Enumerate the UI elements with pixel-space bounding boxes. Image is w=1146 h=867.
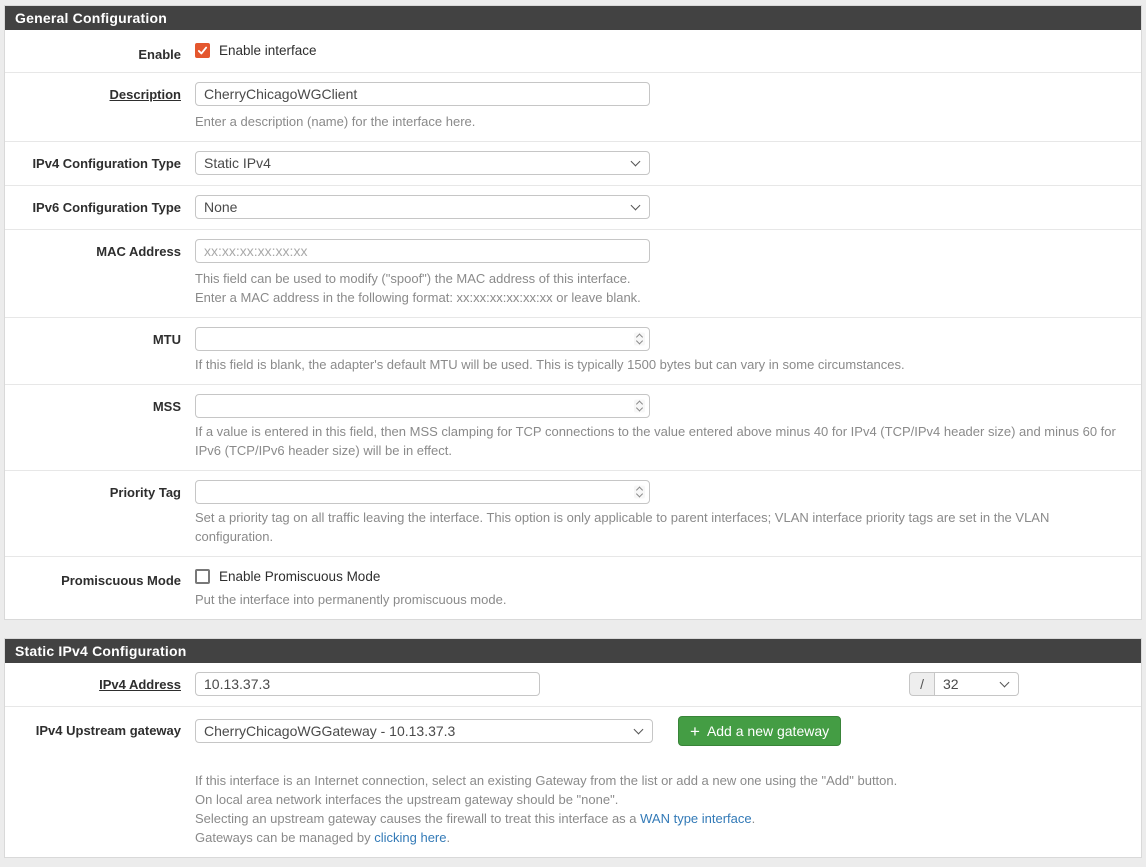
add-new-gateway-button[interactable]: + Add a new gateway (678, 716, 841, 746)
ipv6-configuration-type-select[interactable]: None (195, 195, 650, 219)
add-new-gateway-button-label: Add a new gateway (707, 723, 829, 739)
spinner-down-icon[interactable] (636, 490, 643, 497)
description-row: Description Enter a description (name) f… (5, 73, 1141, 142)
chevron-down-icon (631, 156, 641, 166)
plus-icon: + (690, 723, 700, 740)
description-input[interactable] (195, 82, 650, 106)
ipv4-configuration-type-row: IPv4 Configuration Type Static IPv4 (5, 142, 1141, 186)
ipv4-upstream-gateway-select[interactable]: CherryChicagoWGGateway - 10.13.37.3 (195, 719, 653, 743)
page-content: General Configuration Enable Enable inte… (0, 0, 1146, 858)
mac-address-help-line1: This field can be used to modify ("spoof… (195, 269, 1125, 288)
chevron-down-icon (1000, 677, 1010, 687)
gateway-help-line3: Selecting an upstream gateway causes the… (195, 809, 1125, 828)
enable-row: Enable Enable interface (5, 30, 1141, 73)
ipv4-address-row: IPv4 Address / 32 (5, 663, 1141, 707)
clicking-here-link[interactable]: clicking here (374, 830, 446, 845)
priority-tag-input[interactable] (195, 480, 650, 504)
enable-interface-checkbox[interactable] (195, 43, 210, 58)
ipv4-configuration-type-value: Static IPv4 (204, 155, 271, 171)
priority-tag-help: Set a priority tag on all traffic leavin… (195, 508, 1125, 546)
ipv6-configuration-type-value: None (204, 199, 237, 215)
mac-address-label: MAC Address (5, 239, 195, 307)
mac-address-input[interactable] (195, 239, 650, 263)
mss-input[interactable] (195, 394, 650, 418)
mac-address-row: MAC Address This field can be used to mo… (5, 230, 1141, 318)
check-icon (197, 45, 208, 56)
number-spinner[interactable] (634, 333, 645, 346)
ipv4-upstream-gateway-value: CherryChicagoWGGateway - 10.13.37.3 (204, 723, 455, 739)
general-configuration-heading: General Configuration (5, 6, 1141, 30)
subnet-separator: / (909, 672, 934, 696)
enable-interface-checkbox-label: Enable interface (219, 43, 317, 58)
description-help: Enter a description (name) for the inter… (195, 112, 1125, 131)
general-configuration-panel: General Configuration Enable Enable inte… (4, 5, 1142, 620)
spinner-down-icon[interactable] (636, 337, 643, 344)
priority-tag-row: Priority Tag Set a priority tag on all t… (5, 471, 1141, 557)
gateway-help-line1: If this interface is an Internet connect… (195, 771, 1125, 790)
description-label: Description (5, 82, 195, 131)
subnet-mask-select[interactable]: 32 (934, 672, 1019, 696)
subnet-mask-value: 32 (943, 676, 959, 692)
mtu-help: If this field is blank, the adapter's de… (195, 355, 1125, 374)
gateway-help-line4: Gateways can be managed by clicking here… (195, 828, 1125, 847)
promiscuous-mode-help: Put the interface into permanently promi… (195, 590, 1125, 609)
mtu-label: MTU (5, 327, 195, 374)
gateway-help-line2: On local area network interfaces the ups… (195, 790, 1125, 809)
number-spinner[interactable] (634, 400, 645, 413)
chevron-down-icon (631, 200, 641, 210)
mtu-input[interactable] (195, 327, 650, 351)
chevron-down-icon (634, 724, 644, 734)
enable-promiscuous-mode-checkbox-label: Enable Promiscuous Mode (219, 569, 380, 584)
ipv6-configuration-type-row: IPv6 Configuration Type None (5, 186, 1141, 230)
enable-promiscuous-mode-checkbox[interactable] (195, 569, 210, 584)
mss-label: MSS (5, 394, 195, 460)
wan-type-interface-link[interactable]: WAN type interface (640, 811, 752, 826)
ipv4-address-input[interactable] (195, 672, 540, 696)
ipv4-upstream-gateway-row: IPv4 Upstream gateway CherryChicagoWGGat… (5, 707, 1141, 857)
ipv4-configuration-type-select[interactable]: Static IPv4 (195, 151, 650, 175)
ipv4-configuration-type-label: IPv4 Configuration Type (5, 151, 195, 175)
ipv6-configuration-type-label: IPv6 Configuration Type (5, 195, 195, 219)
number-spinner[interactable] (634, 486, 645, 499)
static-ipv4-configuration-heading: Static IPv4 Configuration (5, 639, 1141, 663)
promiscuous-mode-label: Promiscuous Mode (5, 569, 195, 609)
mac-address-help-line2: Enter a MAC address in the following for… (195, 288, 1125, 307)
promiscuous-mode-row: Promiscuous Mode Enable Promiscuous Mode… (5, 557, 1141, 619)
spinner-down-icon[interactable] (636, 404, 643, 411)
ipv4-upstream-gateway-label: IPv4 Upstream gateway (5, 716, 195, 847)
static-ipv4-configuration-panel: Static IPv4 Configuration IPv4 Address /… (4, 638, 1142, 858)
enable-label: Enable (5, 39, 195, 62)
ipv4-address-label: IPv4 Address (5, 672, 195, 696)
mss-help: If a value is entered in this field, the… (195, 422, 1125, 460)
mtu-row: MTU If this field is blank, the adapter'… (5, 318, 1141, 385)
mss-row: MSS If a value is entered in this field,… (5, 385, 1141, 471)
priority-tag-label: Priority Tag (5, 480, 195, 546)
